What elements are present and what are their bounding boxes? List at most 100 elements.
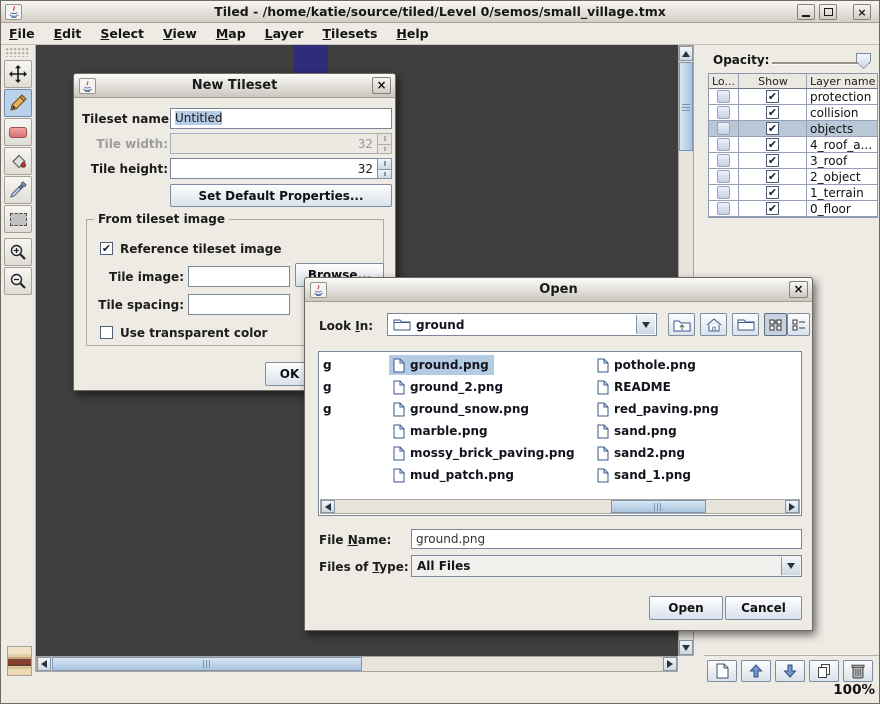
eraser-tool-button[interactable] bbox=[4, 118, 32, 146]
scroll-up-button[interactable] bbox=[679, 46, 693, 61]
scroll-left-button[interactable] bbox=[37, 657, 51, 671]
opacity-slider-track[interactable] bbox=[772, 62, 870, 65]
visible-checkbox[interactable]: ✔ bbox=[766, 90, 779, 103]
window-titlebar[interactable]: Tiled - /home/katie/source/tiled/Level 0… bbox=[1, 1, 879, 23]
file-item[interactable]: red_paving.png bbox=[593, 399, 724, 419]
lock-checkbox[interactable] bbox=[717, 90, 730, 103]
column-locked[interactable]: Lo... bbox=[709, 74, 739, 88]
layer-row[interactable]: ✔ collision bbox=[709, 105, 877, 121]
lock-checkbox[interactable] bbox=[717, 122, 730, 135]
use-transparent-color-checkbox[interactable] bbox=[100, 326, 113, 339]
toolbar-grip[interactable] bbox=[6, 48, 30, 57]
zoom-in-tool-button[interactable] bbox=[4, 238, 32, 266]
file-item[interactable]: sand.png bbox=[593, 421, 682, 441]
lock-checkbox[interactable] bbox=[717, 154, 730, 167]
file-list-hscrollbar[interactable] bbox=[320, 499, 800, 514]
file-item[interactable]: ground_2.png bbox=[389, 377, 508, 397]
file-item[interactable]: ground_snow.png bbox=[389, 399, 534, 419]
menu-select[interactable]: Select bbox=[100, 26, 144, 41]
partial-file-label[interactable]: g bbox=[323, 358, 332, 372]
menu-tilesets[interactable]: Tilesets bbox=[322, 26, 377, 41]
visible-checkbox[interactable]: ✔ bbox=[766, 202, 779, 215]
close-button[interactable]: × bbox=[853, 4, 871, 20]
partial-file-label[interactable]: g bbox=[323, 402, 332, 416]
rect-select-tool-button[interactable] bbox=[4, 205, 32, 233]
scroll-down-button[interactable] bbox=[679, 640, 693, 655]
lower-layer-button[interactable] bbox=[775, 660, 805, 682]
horizontal-scroll-thumb[interactable] bbox=[611, 500, 706, 513]
file-list[interactable]: g g g ground.png ground_2.png ground_sno… bbox=[318, 351, 802, 516]
layer-row[interactable]: ✔ objects bbox=[709, 121, 877, 137]
tile-height-input[interactable] bbox=[170, 158, 378, 179]
file-item[interactable]: pothole.png bbox=[593, 355, 701, 375]
dialog-close-button[interactable]: × bbox=[789, 281, 808, 298]
tile-image-input[interactable] bbox=[188, 266, 290, 287]
menu-layer[interactable]: Layer bbox=[265, 26, 304, 41]
menu-view[interactable]: View bbox=[163, 26, 197, 41]
lock-checkbox[interactable] bbox=[717, 138, 730, 151]
partial-file-label[interactable]: g bbox=[323, 380, 332, 394]
layer-row[interactable]: ✔ 1_terrain bbox=[709, 185, 877, 201]
raise-layer-button[interactable] bbox=[741, 660, 771, 682]
opacity-slider-thumb[interactable] bbox=[856, 53, 871, 69]
move-tool-button[interactable] bbox=[4, 60, 32, 88]
combo-arrow-button[interactable] bbox=[781, 557, 800, 575]
file-item[interactable]: mossy_brick_paving.png bbox=[389, 443, 580, 463]
layer-row[interactable]: ✔ protection bbox=[709, 89, 877, 105]
look-in-combobox[interactable]: ground bbox=[387, 313, 657, 336]
cancel-button[interactable]: Cancel bbox=[725, 596, 802, 620]
dialog-titlebar[interactable]: New Tileset × bbox=[74, 74, 395, 98]
tileset-name-input[interactable]: Untitled bbox=[170, 108, 392, 129]
delete-layer-button[interactable] bbox=[843, 660, 873, 682]
add-layer-button[interactable] bbox=[707, 660, 737, 682]
open-button[interactable]: Open bbox=[649, 596, 723, 620]
up-folder-button[interactable] bbox=[668, 313, 695, 336]
visible-checkbox[interactable]: ✔ bbox=[766, 170, 779, 183]
visible-checkbox[interactable]: ✔ bbox=[766, 186, 779, 199]
fill-tool-button[interactable] bbox=[4, 147, 32, 175]
menu-file[interactable]: File bbox=[9, 26, 35, 41]
lock-checkbox[interactable] bbox=[717, 186, 730, 199]
visible-checkbox[interactable]: ✔ bbox=[766, 138, 779, 151]
tile-spacing-input[interactable] bbox=[188, 294, 290, 315]
column-layer-name[interactable]: Layer name bbox=[807, 74, 877, 88]
visible-checkbox[interactable]: ✔ bbox=[766, 106, 779, 119]
set-default-properties-button[interactable]: Set Default Properties... bbox=[170, 184, 392, 207]
duplicate-layer-button[interactable] bbox=[809, 660, 839, 682]
visible-checkbox[interactable]: ✔ bbox=[766, 122, 779, 135]
tile-height-spinner[interactable] bbox=[377, 158, 392, 179]
file-item[interactable]: marble.png bbox=[389, 421, 493, 441]
scroll-right-button[interactable] bbox=[785, 500, 799, 513]
map-horizontal-scrollbar[interactable] bbox=[36, 656, 678, 672]
lock-checkbox[interactable] bbox=[717, 170, 730, 183]
vertical-scroll-thumb[interactable] bbox=[679, 62, 693, 151]
reference-tileset-checkbox[interactable]: ✔ bbox=[100, 242, 113, 255]
eyedropper-tool-button[interactable] bbox=[4, 176, 32, 204]
menu-edit[interactable]: Edit bbox=[54, 26, 82, 41]
layer-row[interactable]: ✔ 0_floor bbox=[709, 201, 877, 217]
combo-arrow-button[interactable] bbox=[636, 315, 655, 334]
minimize-button[interactable] bbox=[797, 4, 815, 20]
file-item[interactable]: sand2.png bbox=[593, 443, 690, 463]
visible-checkbox[interactable]: ✔ bbox=[766, 154, 779, 167]
lock-checkbox[interactable] bbox=[717, 106, 730, 119]
files-of-type-combobox[interactable]: All Files bbox=[411, 555, 802, 577]
zoom-out-tool-button[interactable] bbox=[4, 267, 32, 295]
dialog-titlebar[interactable]: Open × bbox=[305, 278, 812, 302]
maximize-button[interactable] bbox=[819, 4, 837, 20]
column-show[interactable]: Show bbox=[739, 74, 807, 88]
dialog-close-button[interactable]: × bbox=[372, 77, 391, 94]
layer-row[interactable]: ✔ 2_object bbox=[709, 169, 877, 185]
lock-checkbox[interactable] bbox=[717, 202, 730, 215]
menu-help[interactable]: Help bbox=[396, 26, 428, 41]
file-item[interactable]: README bbox=[593, 377, 676, 397]
draw-tool-button[interactable] bbox=[4, 89, 32, 117]
layer-row[interactable]: ✔ 4_roof_a... bbox=[709, 137, 877, 153]
file-item[interactable]: ground.png bbox=[389, 355, 494, 375]
menu-map[interactable]: Map bbox=[216, 26, 246, 41]
file-item[interactable]: mud_patch.png bbox=[389, 465, 519, 485]
home-button[interactable] bbox=[700, 313, 727, 336]
scroll-right-button[interactable] bbox=[663, 657, 677, 671]
horizontal-scroll-thumb[interactable] bbox=[52, 657, 362, 671]
file-name-input[interactable] bbox=[411, 529, 802, 549]
